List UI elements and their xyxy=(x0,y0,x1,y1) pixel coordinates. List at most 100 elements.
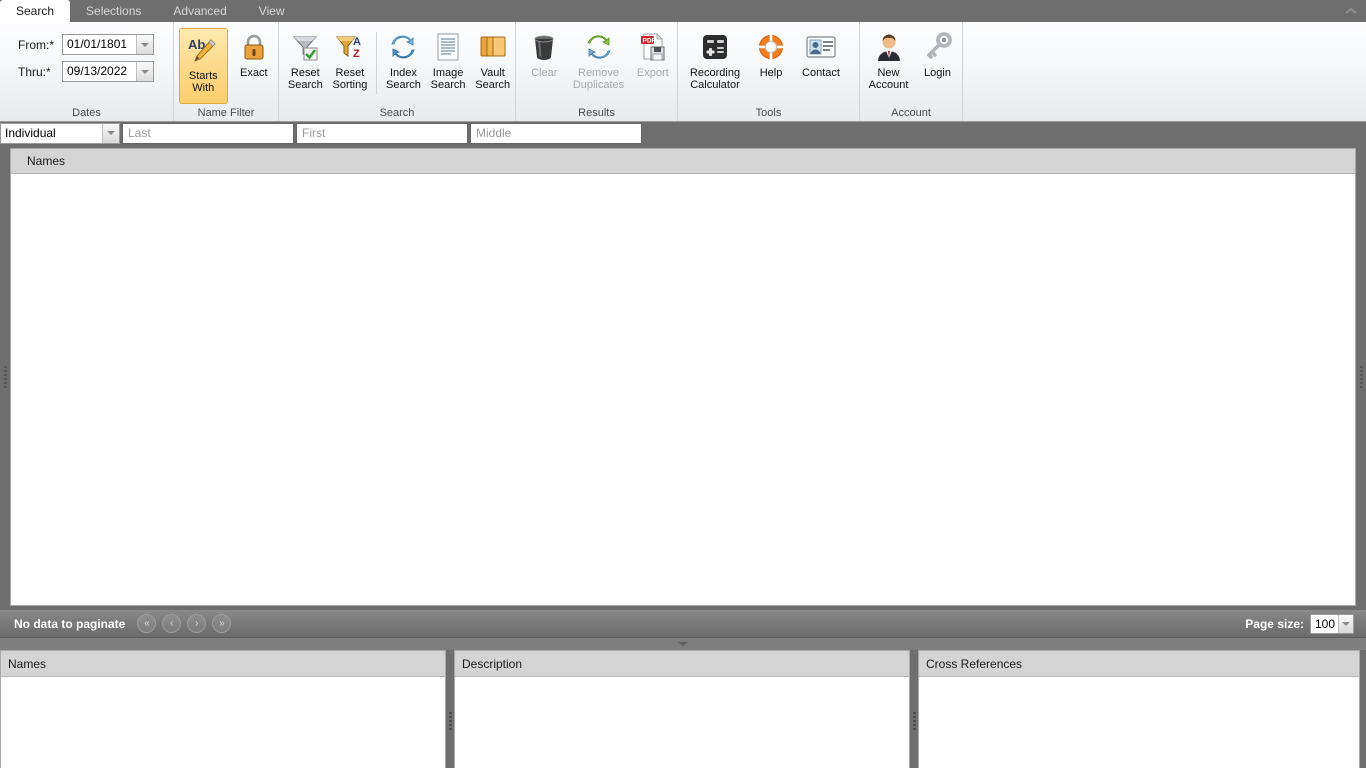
svg-text:PDF: PDF xyxy=(642,38,655,45)
page-size-value: 100 xyxy=(1315,616,1336,631)
ribbon-group-search: Reset Search A Z Reset Sorting Index Sea… xyxy=(279,22,516,121)
right-splitter-handle[interactable] xyxy=(1356,144,1366,610)
collapse-chevron-down-icon[interactable] xyxy=(678,642,688,646)
record-type-chevron-down-icon[interactable] xyxy=(102,123,119,143)
login-button[interactable]: Login xyxy=(913,26,962,94)
export-button[interactable]: PDF Export xyxy=(629,26,677,94)
right-panel-edge-handle[interactable] xyxy=(1360,650,1366,768)
ribbon-group-tools: Recording Calculator Help Contact Tools xyxy=(678,22,860,121)
ribbon-group-name-filter: Ab Starts With Exact Name Filter xyxy=(174,22,279,121)
panel-cross-references: Cross References xyxy=(918,650,1360,768)
panel-names-body[interactable] xyxy=(1,677,445,768)
left-splitter-handle[interactable] xyxy=(0,144,10,610)
chevron-right-icon[interactable]: › xyxy=(187,614,207,633)
reset-sorting-button[interactable]: A Z Reset Sorting xyxy=(328,26,373,94)
login-label: Login xyxy=(924,67,951,79)
panel-names-title: Names xyxy=(1,651,445,677)
ribbon: Search Selections Advanced View From:* 0… xyxy=(0,0,1366,122)
remove-duplicates-button[interactable]: Remove Duplicates xyxy=(568,26,628,94)
recycle-arrows-icon xyxy=(584,31,614,63)
thru-date-chevron-down-icon[interactable] xyxy=(136,62,153,81)
document-lines-icon xyxy=(435,31,461,63)
panel-cross-references-title: Cross References xyxy=(919,651,1359,677)
from-date-field[interactable]: 01/01/1801 xyxy=(62,34,154,55)
panel-cross-references-body[interactable] xyxy=(919,677,1359,768)
chevron-left-icon[interactable]: ‹ xyxy=(162,614,182,633)
group-label-dates: Dates xyxy=(72,107,101,119)
reset-search-button[interactable]: Reset Search xyxy=(283,26,328,94)
clear-button[interactable]: Clear xyxy=(520,26,568,94)
search-criteria-bar: Individual xyxy=(0,122,1366,144)
tab-search[interactable]: Search xyxy=(0,0,71,22)
folders-icon xyxy=(478,31,508,63)
panel-description: Description xyxy=(454,650,910,768)
description-xref-splitter[interactable] xyxy=(910,650,918,768)
help-label: Help xyxy=(759,67,783,79)
refresh-arrows-icon xyxy=(388,31,418,63)
search-group-divider xyxy=(376,32,378,94)
results-column-names[interactable]: Names xyxy=(11,154,65,168)
panel-names: Names xyxy=(0,650,446,768)
index-search-button[interactable]: Index Search xyxy=(381,26,426,94)
person-suit-icon xyxy=(874,31,904,63)
export-label: Export xyxy=(636,67,669,79)
ribbon-empty-space xyxy=(963,22,1366,121)
results-area: Names xyxy=(0,144,1366,610)
names-description-splitter[interactable] xyxy=(446,650,454,768)
ribbon-collapse-chevron-up-icon[interactable] xyxy=(1344,4,1358,18)
first-name-input[interactable] xyxy=(296,122,468,144)
tab-advanced[interactable]: Advanced xyxy=(157,0,242,22)
middle-name-input[interactable] xyxy=(470,122,642,144)
recording-calculator-button[interactable]: Recording Calculator xyxy=(684,26,746,94)
pagination-bar: No data to paginate « ‹ › » Page size: 1… xyxy=(0,610,1366,638)
from-date-value: 01/01/1801 xyxy=(67,37,128,51)
starts-with-button[interactable]: Ab Starts With xyxy=(179,28,228,104)
pagination-controls: No data to paginate « ‹ › » xyxy=(14,614,232,633)
ribbon-group-dates: From:* 01/01/1801 Thru:* 09/13/2022 Date… xyxy=(0,22,174,121)
calculator-icon xyxy=(700,31,730,63)
pagination-status: No data to paginate xyxy=(14,616,126,631)
contact-card-icon xyxy=(805,31,837,63)
image-search-label: Image Search xyxy=(430,67,466,91)
page-size-label: Page size: xyxy=(1245,616,1304,631)
double-chevron-left-icon[interactable]: « xyxy=(137,614,157,633)
ribbon-group-results: Clear Remove Duplicates PDF Export Resul… xyxy=(516,22,678,121)
funnel-az-icon: A Z xyxy=(335,31,365,63)
from-date-chevron-down-icon[interactable] xyxy=(136,35,153,54)
page-size-select[interactable]: 100 xyxy=(1310,613,1354,634)
tab-selections[interactable]: Selections xyxy=(70,0,157,22)
results-grid-body[interactable] xyxy=(11,174,1355,605)
padlock-icon xyxy=(240,31,268,63)
page-size-chevron-down-icon[interactable] xyxy=(1338,614,1353,633)
reset-sorting-label: Reset Sorting xyxy=(332,67,368,91)
thru-date-row: Thru:* 09/13/2022 xyxy=(18,61,154,82)
trash-bin-icon xyxy=(530,31,558,63)
thru-date-field[interactable]: 09/13/2022 xyxy=(62,61,154,82)
results-grid: Names xyxy=(10,148,1356,606)
from-date-row: From:* 01/01/1801 xyxy=(18,34,154,55)
results-grid-header: Names xyxy=(11,149,1355,174)
ribbon-group-account: New Account Login Account xyxy=(860,22,963,121)
contact-button[interactable]: Contact xyxy=(796,26,846,94)
new-account-button[interactable]: New Account xyxy=(864,26,913,94)
record-type-select[interactable]: Individual xyxy=(0,122,120,144)
index-search-label: Index Search xyxy=(386,67,421,91)
image-search-button[interactable]: Image Search xyxy=(426,26,471,94)
thru-date-label: Thru:* xyxy=(18,64,51,79)
reset-search-label: Reset Search xyxy=(287,67,323,91)
double-chevron-right-icon[interactable]: » xyxy=(212,614,232,633)
group-label-results: Results xyxy=(578,107,615,119)
horizontal-splitter[interactable] xyxy=(0,638,1366,650)
tab-view[interactable]: View xyxy=(243,0,301,22)
group-label-account: Account xyxy=(891,107,931,119)
vault-search-button[interactable]: Vault Search xyxy=(470,26,515,94)
clear-label: Clear xyxy=(531,67,558,79)
funnel-check-icon xyxy=(290,31,320,63)
detail-panels: Names Description Cross References xyxy=(0,650,1366,768)
panel-description-body[interactable] xyxy=(455,677,909,768)
help-button[interactable]: Help xyxy=(746,26,796,94)
new-account-label: New Account xyxy=(868,67,909,91)
group-label-name-filter: Name Filter xyxy=(197,107,255,119)
last-name-input[interactable] xyxy=(122,122,294,144)
exact-button[interactable]: Exact xyxy=(230,26,278,94)
